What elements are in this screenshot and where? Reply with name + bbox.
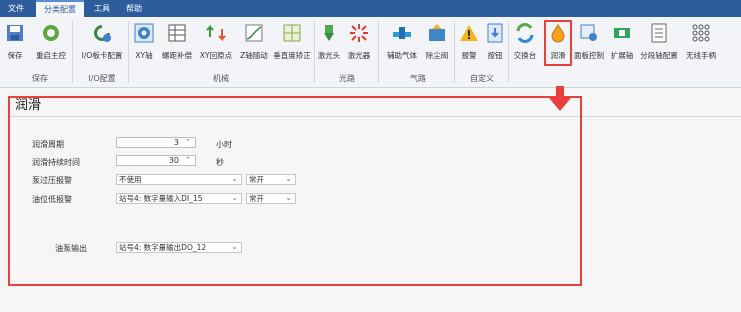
chevron-down-icon: ⌄ [285,174,292,183]
lubrication-highlight-box [544,20,572,66]
overpressure-alarm-label: 泵过压报警 [32,176,72,185]
dust-valve-button[interactable]: 除尘阀 [424,21,450,69]
menu-category-config[interactable]: 分类配置 [36,0,84,17]
extension-icon [614,28,630,38]
duration-stepper[interactable]: 30 ⌃ [116,155,196,166]
low-oil-alarm-select[interactable]: 站号4: 数字量输入DI_15 ⌄ [116,193,242,204]
valve-icon [393,27,411,39]
group-label-io: I/O配置 [88,74,116,83]
curve-chart-icon [245,24,263,42]
list-document-icon [651,23,667,43]
floppy-icon [7,25,23,41]
restart-icon [43,25,59,41]
cycle-stepper[interactable]: 3 ⌃ [116,137,196,148]
home-arrows-icon [206,24,226,42]
laser-burst-icon [350,24,368,42]
extended-axis-button[interactable]: 扩展轴 [609,21,635,69]
menu-tools[interactable]: 工具 [88,0,116,17]
laser-head-icon [324,25,334,41]
keypad-icon [692,24,710,42]
wireless-handwheel-button[interactable]: 无线手柄 [684,21,718,69]
gear-icon [134,23,154,43]
restart-controller-button[interactable]: 重启主控 [34,21,68,69]
ribbon-toolbar: 保存 重启主控 I/O板卡配置 XY轴 螺距补偿 XY回原点 Z轴随动 垂直度矫… [0,17,741,88]
chevron-down-icon: ⌄ [231,193,238,202]
pump-output-label: 油泵输出 [55,244,87,253]
exchange-table-button[interactable]: 交换台 [512,21,538,69]
cycle-label: 润滑周期 [32,140,64,149]
lubrication-settings-highlight-box [8,96,582,286]
warning-icon [460,25,478,41]
laser-head-button[interactable]: 激光头 [318,21,340,69]
group-divider [378,21,379,83]
alarm-button[interactable]: 报警 [458,21,480,69]
io-card-config-button[interactable]: I/O板卡配置 [80,21,124,69]
chevron-down-icon: ⌄ [231,242,238,251]
swap-icon [516,23,534,43]
push-button-icon [487,23,503,43]
panel-control-button[interactable]: 面板控制 [574,21,604,69]
duration-label: 润滑持续时间 [32,158,80,167]
xy-home-button[interactable]: XY回原点 [199,21,233,69]
laser-button[interactable]: 激光器 [346,21,372,69]
assist-gas-button[interactable]: 辅助气体 [384,21,420,69]
cycle-value: 3 [173,138,179,147]
xy-axis-button[interactable]: XY轴 [133,21,155,69]
spin-arrow-icon[interactable]: ⌃ [185,138,191,147]
overpressure-mode-select[interactable]: 常开 ⌄ [246,174,296,185]
panel-gear-icon [580,24,597,41]
group-label-optical: 光路 [339,74,355,83]
z-follow-button[interactable]: Z轴随动 [239,21,269,69]
group-divider [454,21,455,83]
duration-value: 30 [168,156,179,165]
group-label-save: 保存 [32,74,48,83]
pitch-compensation-button[interactable]: 螺距补偿 [161,21,193,69]
buttons-button[interactable]: 按钮 [484,21,506,69]
duration-unit: 秒 [216,158,224,167]
pump-output-select[interactable]: 站号4: 数字量输出DO_12 ⌄ [116,242,242,253]
spin-arrow-icon[interactable]: ⌃ [185,156,191,165]
low-oil-mode-select[interactable]: 常开 ⌄ [246,193,296,204]
group-divider [128,21,129,83]
perpendicularity-correction-button[interactable]: 垂直度矫正 [273,21,311,69]
low-oil-alarm-label: 油位低报警 [32,195,72,204]
group-label-custom: 自定义 [470,74,494,83]
group-label-gas: 气路 [410,74,426,83]
menu-help[interactable]: 帮助 [120,0,148,17]
group-divider [314,21,315,83]
cycle-unit: 小时 [216,140,232,149]
grid-icon [283,24,301,42]
refresh-gear-icon [94,25,111,42]
segment-axis-config-button[interactable]: 分段轴配置 [639,21,679,69]
group-divider [508,21,509,83]
menu-file[interactable]: 文件 [2,0,30,17]
group-divider [72,21,73,83]
table-icon [168,24,186,42]
save-button[interactable]: 保存 [4,21,26,69]
dust-collector-icon [429,24,445,41]
chevron-down-icon: ⌄ [231,174,238,183]
group-label-mechanical: 机械 [213,74,229,83]
chevron-down-icon: ⌄ [285,193,292,202]
menu-bar: 文件 分类配置 工具 帮助 [0,0,741,17]
overpressure-alarm-select[interactable]: 不使用 ⌄ [116,174,242,185]
